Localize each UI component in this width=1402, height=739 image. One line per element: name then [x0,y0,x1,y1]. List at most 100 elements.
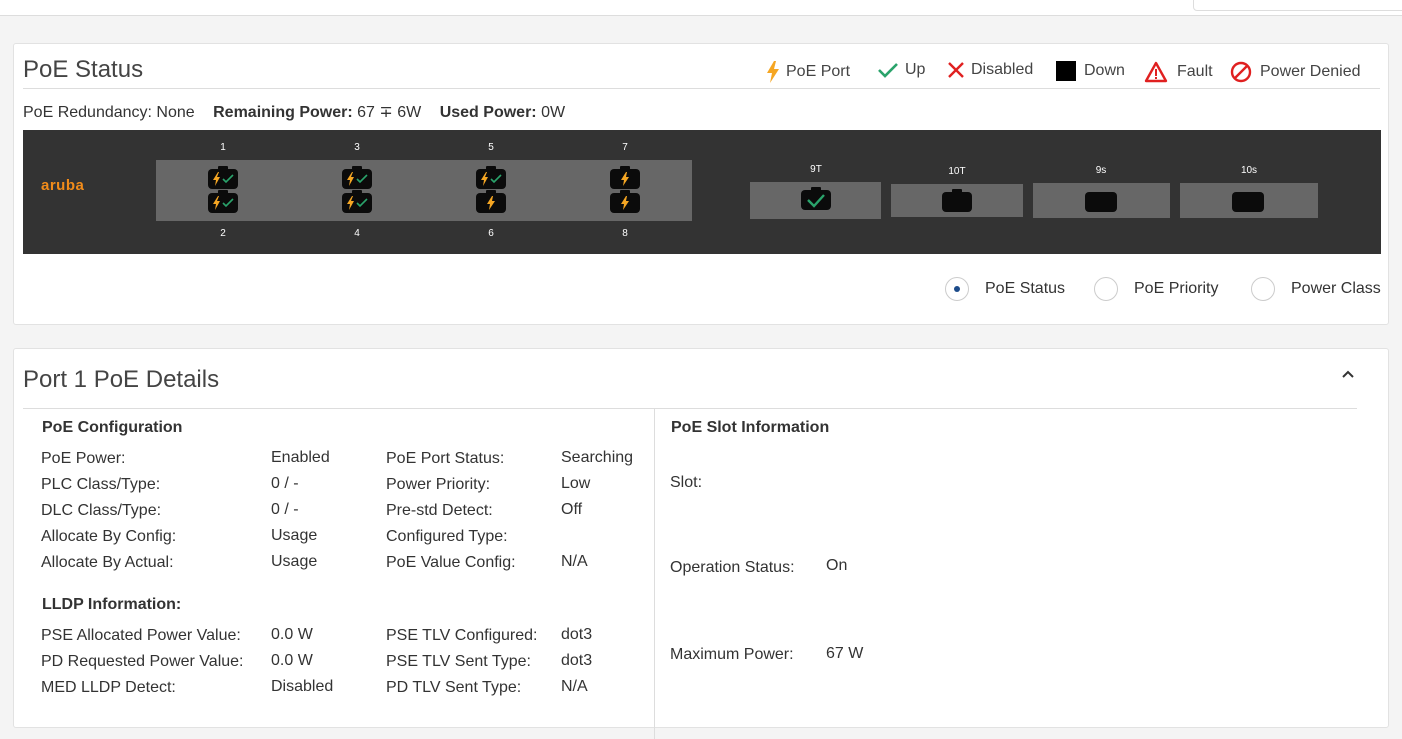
uplink-label: 9T [810,164,822,175]
field-label: Slot: [670,474,703,491]
port-number: 5 [488,142,494,153]
legend-up: Up [877,61,925,79]
access-port-block [156,160,692,221]
poe-config-heading: PoE Configuration [42,419,183,436]
port-10t[interactable] [942,189,972,212]
divider [23,408,1357,409]
legend-fault: Fault [1144,61,1213,83]
field-label: MED LLDP Detect: [41,679,176,696]
field-value: 0 / - [271,501,299,518]
field-label: PD Requested Power Value: [41,653,244,670]
field-label: Configured Type: [386,528,508,545]
field-value: Enabled [271,449,330,466]
remaining-power-label: Remaining Power: [213,104,353,121]
field-label: PSE TLV Sent Type: [386,653,531,670]
legend-power-denied: Power Denied [1230,61,1361,83]
field-label: Maximum Power: [670,646,794,663]
used-power-label: Used Power: [439,104,537,121]
field-label: Allocate By Actual: [41,554,174,571]
radio-poe-priority[interactable]: PoE Priority [1094,277,1218,301]
field-value: 0.0 W [271,626,313,643]
uplink-10t[interactable] [891,184,1023,217]
slot-info-heading: PoE Slot Information [671,419,830,436]
check-icon [807,194,825,208]
port-number: 8 [622,228,628,239]
radio-power-class[interactable]: Power Class [1251,277,1381,301]
legend-disabled: Disabled [947,61,1033,79]
field-label: Allocate By Config: [41,528,177,545]
uplink-9s[interactable] [1033,183,1170,218]
field-label: PD TLV Sent Type: [386,679,522,696]
radio-button[interactable] [1094,277,1118,301]
field-value: Searching [561,449,634,466]
field-value: dot3 [561,626,593,643]
field-label: Pre-std Detect: [386,502,493,519]
field-label: PoE Power: [41,450,126,467]
port-number: 4 [354,228,360,239]
port-8[interactable] [610,190,640,213]
port-1[interactable] [208,166,238,189]
port-details-card: Port 1 PoE Details PoE Configuration PoE… [13,348,1389,739]
chevron-up-icon[interactable] [1339,365,1357,383]
radio-button[interactable] [1251,277,1275,301]
power-summary: PoE Redundancy: None Remaining Power: 67… [23,102,565,122]
port-3[interactable] [342,166,372,189]
field-value: Usage [271,527,318,544]
port-10s[interactable] [1232,192,1264,212]
legend-poe-port: PoE Port [766,61,850,83]
bolt-icon [621,172,629,186]
redundancy-text: PoE Redundancy: None [23,104,195,121]
port-5[interactable] [476,166,506,189]
port-9t[interactable] [801,187,831,210]
field-value: N/A [561,553,588,570]
field-label: PoE Value Config: [386,554,516,571]
remaining-power-value: 67 ∓ 6W [357,104,422,121]
port-number: 2 [220,228,226,239]
uplink-label: 9s [1095,165,1107,176]
port-number: 6 [488,228,494,239]
lldp-heading: LLDP Information: [42,596,182,613]
port-7[interactable] [610,166,640,189]
square-icon [1056,61,1076,81]
field-value: Disabled [271,678,334,695]
port-6[interactable] [476,190,506,213]
field-label: Power Priority: [386,476,491,493]
aruba-logo: aruba [41,177,85,194]
radio-poe-status[interactable]: PoE Status [945,277,1065,301]
poe-up-icon [213,172,234,186]
port-9s[interactable] [1085,192,1117,212]
port-details-title: Port 1 PoE Details [23,366,220,393]
uplink-label: 10s [1240,165,1258,176]
field-label: Operation Status: [670,559,795,576]
field-value: N/A [561,678,588,695]
field-value: Off [561,501,583,518]
port-number: 7 [622,142,628,153]
port-number: 1 [220,142,226,153]
radio-button-selected[interactable] [945,277,969,301]
port-2[interactable] [208,190,238,213]
field-label: PSE TLV Configured: [386,627,538,644]
uplink-label: 10T [948,166,966,177]
field-value: 67 W [826,645,864,662]
field-value: dot3 [561,652,593,669]
field-value: Usage [271,553,318,570]
field-value: 0 / - [271,475,299,492]
switch-faceplate: aruba 1 3 5 7 2 4 6 8 9T 10T 9s 10s [23,130,1381,254]
top-search-box[interactable] [1193,0,1402,11]
poe-up-icon [481,172,502,186]
field-label: PLC Class/Type: [41,476,161,493]
port-4[interactable] [342,190,372,213]
port-number: 3 [354,142,360,153]
bolt-icon [487,196,495,210]
field-value: Low [561,475,591,492]
x-icon [947,61,965,79]
uplink-9t[interactable] [750,182,881,219]
column-divider [654,409,655,739]
bolt-icon [766,61,780,83]
uplink-10s[interactable] [1180,183,1318,218]
used-power-value: 0W [541,104,566,121]
legend-down: Down [1056,61,1125,81]
poe-status-card: PoE Status PoE Port Up Disabled Down Fau… [13,43,1389,325]
field-value: 0.0 W [271,652,313,669]
check-icon [877,62,899,78]
